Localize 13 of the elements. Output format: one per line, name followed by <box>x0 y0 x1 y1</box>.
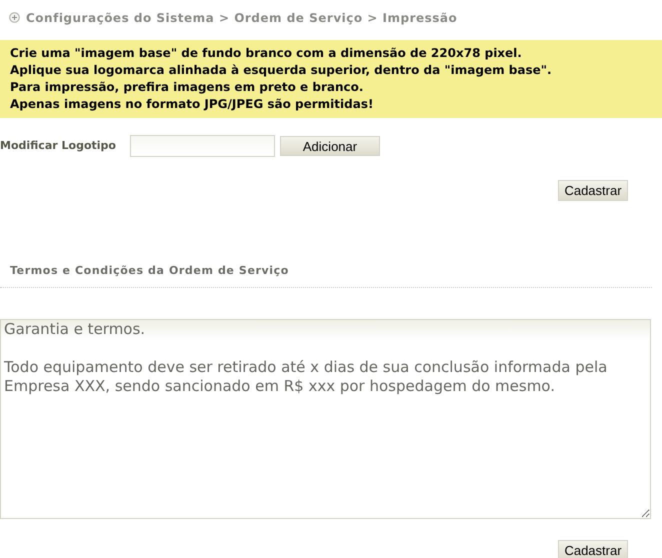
add-button[interactable]: Adicionar <box>280 136 380 156</box>
notice-line: Para impressão, prefira imagens em preto e branco. <box>10 79 364 96</box>
logo-file-field[interactable] <box>130 135 275 157</box>
notice-line: Apenas imagens no formato JPG/JPEG são permitidas! <box>10 96 374 113</box>
submit-button[interactable]: Cadastrar <box>558 540 628 558</box>
notice-line: Aplique sua logomarca alinhada à esquerda superior, dentro da "imagem base". <box>10 62 553 79</box>
expand-icon[interactable] <box>9 12 20 23</box>
terms-textarea[interactable]: Garantia e termos. Todo equipamento deve ser retirado até x dias de sua conclusão informada pela Empresa XXX, sendo sancionado em R$ xxx por hospedagem do mesmo. <box>0 319 651 519</box>
field-label: Modificar Logotipo <box>0 138 117 154</box>
notice-line: Crie uma "imagem base" de fundo branco com a dimensão de 220x78 pixel. <box>10 45 523 62</box>
breadcrumb: Configurações do Sistema > Ordem de Serviço > Impressão <box>26 10 458 26</box>
submit-button[interactable]: Cadastrar <box>558 180 628 201</box>
section-title: Termos e Condições da Ordem de Serviço <box>10 264 289 277</box>
